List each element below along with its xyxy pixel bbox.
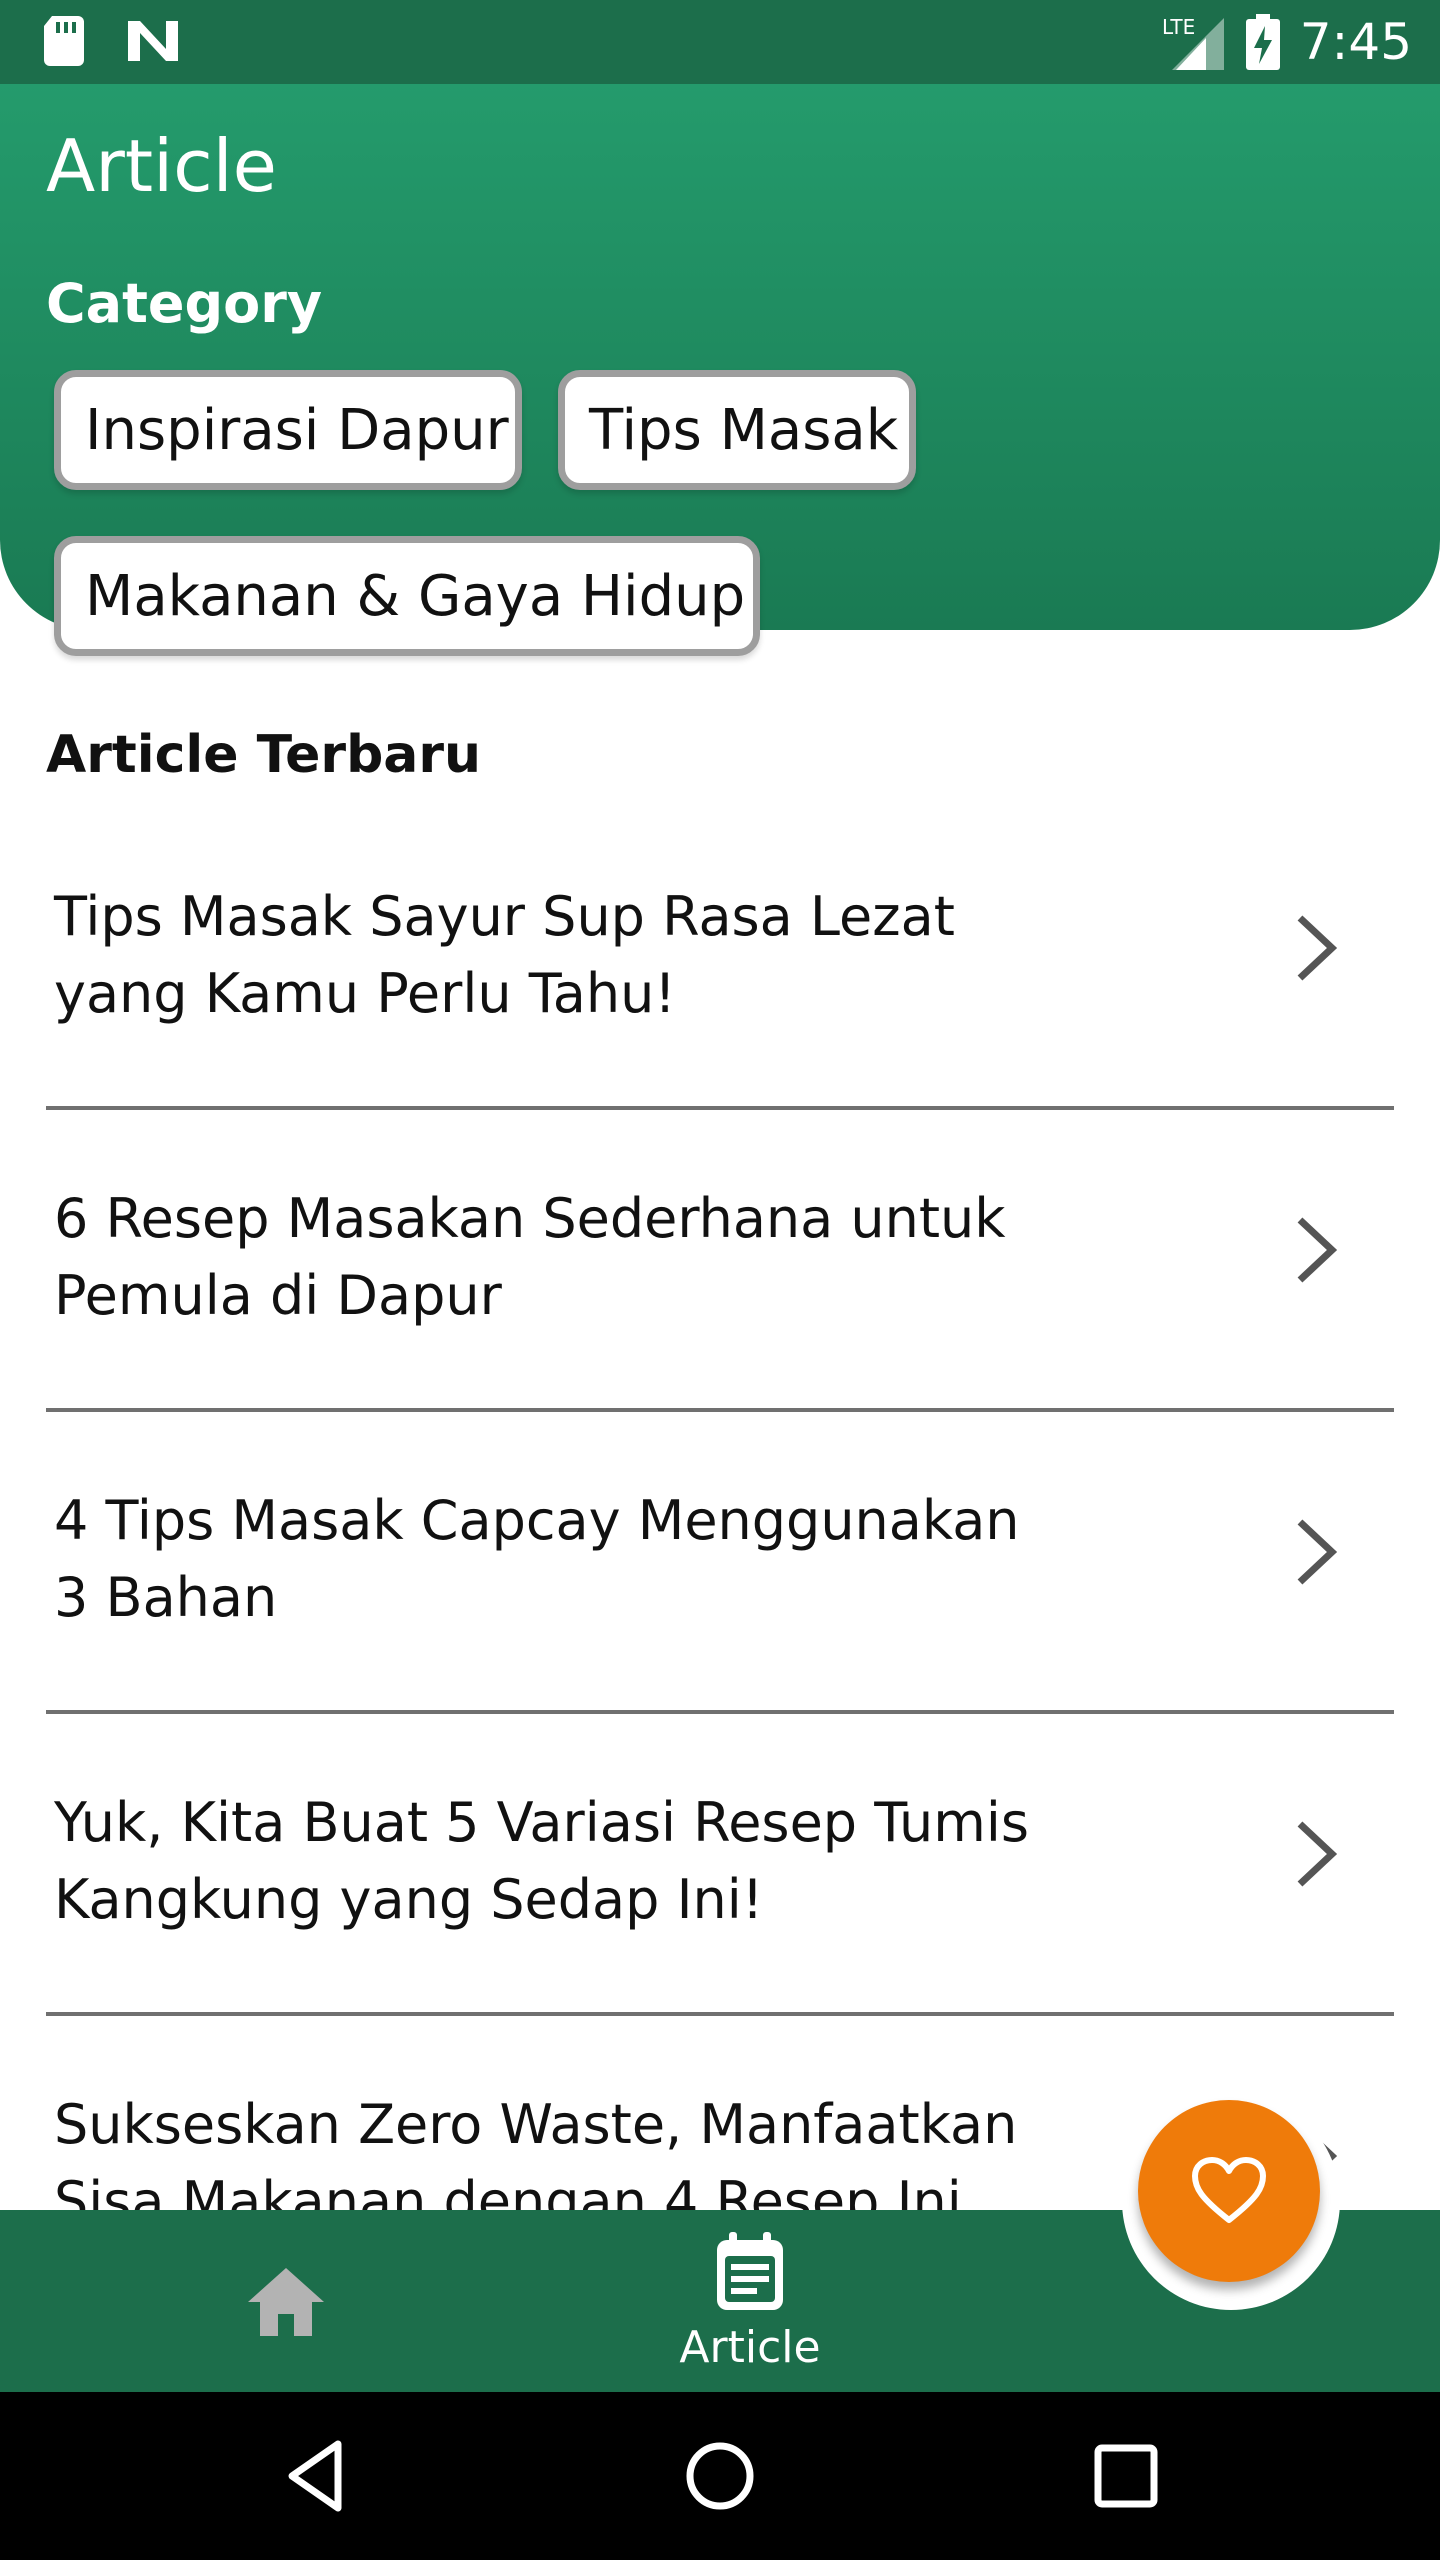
section-title-latest: Article Terbaru: [46, 725, 482, 785]
article-title: 6 Resep Masakan Sederhana untuk Pemula d…: [54, 1180, 1064, 1334]
page-title: Article: [46, 124, 277, 208]
network-label: LTE: [1162, 15, 1195, 39]
article-icon: [717, 2232, 783, 2310]
battery-charging-icon: [1245, 14, 1280, 70]
back-icon[interactable]: [278, 2436, 358, 2516]
chevron-right-icon: [1297, 1217, 1338, 1283]
recents-icon[interactable]: [1086, 2436, 1166, 2516]
chevron-right-icon: [1297, 915, 1338, 981]
chevron-right-icon: [1297, 1821, 1338, 1887]
nav-article-label: Article: [679, 2322, 821, 2373]
article-title-line: 6 Resep Masakan Sederhana untuk: [54, 1187, 1006, 1250]
system-nav-bar: [0, 2392, 1440, 2560]
article-title-line: Kangkung yang Sedap Ini!: [54, 1868, 764, 1931]
category-label: Category: [46, 272, 323, 335]
home-icon[interactable]: [226, 2262, 346, 2342]
article-title: 4 Tips Masak Capcay Menggunakan 3 Bahan: [54, 1482, 1064, 1636]
heart-icon: [1192, 2157, 1266, 2223]
article-title: Tips Masak Sayur Sup Rasa Lezat yang Kam…: [54, 878, 1064, 1032]
n-notification-icon: [128, 21, 178, 61]
nav-item-article[interactable]: Article: [640, 2232, 860, 2382]
category-chip-inspirasi-dapur[interactable]: Inspirasi Dapur: [54, 370, 522, 490]
category-chip-makanan-gaya-hidup[interactable]: Makanan & Gaya Hidup: [54, 536, 760, 656]
favorite-fab-button[interactable]: [1138, 2100, 1320, 2282]
lte-signal-icon: LTE: [1162, 15, 1224, 70]
status-time: 7:45: [1299, 13, 1412, 71]
category-chip-tips-masak[interactable]: Tips Masak: [558, 370, 916, 490]
article-title-line: yang Kamu Perlu Tahu!: [54, 962, 676, 1025]
article-item[interactable]: Tips Masak Sayur Sup Rasa Lezat yang Kam…: [46, 808, 1394, 1110]
article-title-line: Pemula di Dapur: [54, 1264, 502, 1327]
sd-card-icon: [44, 16, 84, 66]
article-item[interactable]: Yuk, Kita Buat 5 Variasi Resep Tumis Kan…: [46, 1714, 1394, 2016]
home-circle-icon[interactable]: [680, 2436, 760, 2516]
article-title-line: Yuk, Kita Buat 5 Variasi Resep Tumis: [54, 1791, 1029, 1854]
article-title-line: Sukseskan Zero Waste, Manfaatkan: [54, 2093, 1018, 2156]
article-title: Yuk, Kita Buat 5 Variasi Resep Tumis Kan…: [54, 1784, 1064, 1938]
article-item[interactable]: 6 Resep Masakan Sederhana untuk Pemula d…: [46, 1110, 1394, 1412]
status-bar: LTE 7:45: [0, 0, 1440, 84]
article-title-line: 3 Bahan: [54, 1566, 278, 1629]
chevron-right-icon: [1297, 1519, 1338, 1585]
article-title-line: Tips Masak Sayur Sup Rasa Lezat: [54, 885, 955, 948]
article-item[interactable]: 4 Tips Masak Capcay Menggunakan 3 Bahan: [46, 1412, 1394, 1714]
article-title-line: 4 Tips Masak Capcay Menggunakan: [54, 1489, 1020, 1552]
